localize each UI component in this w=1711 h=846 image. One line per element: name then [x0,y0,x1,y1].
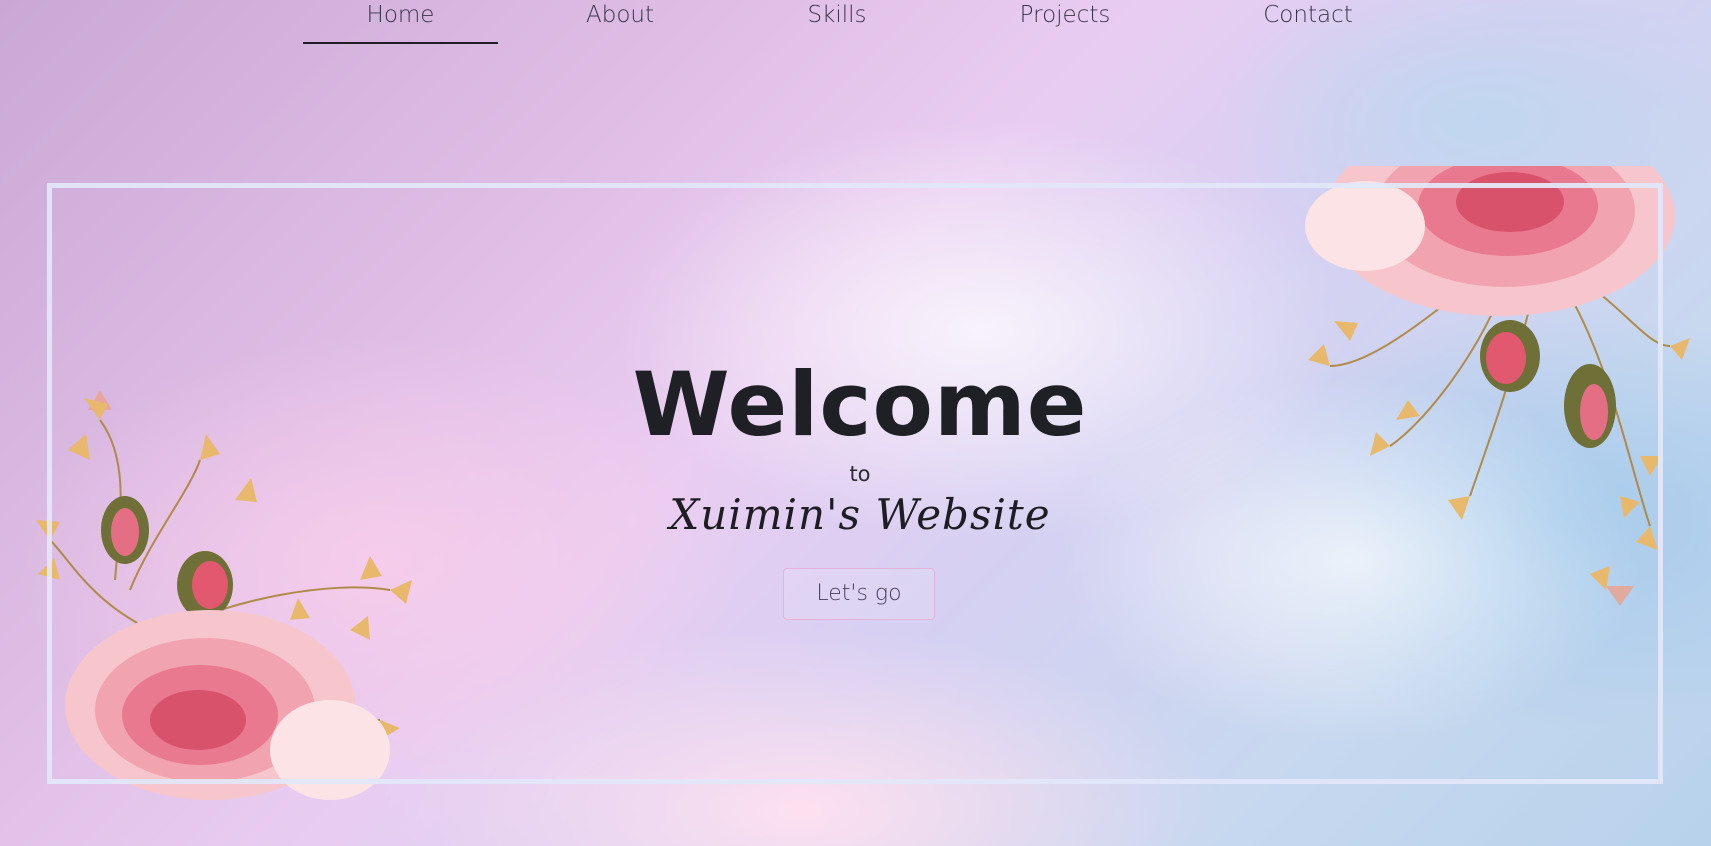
nav-skills[interactable]: Skills [757,0,917,42]
top-navigation: Home About Skills Projects Contact [0,0,1711,46]
nav-projects[interactable]: Projects [985,0,1145,42]
hero-frame [47,183,1663,784]
nav-contact[interactable]: Contact [1228,0,1388,42]
nav-about[interactable]: About [540,0,700,42]
nav-home[interactable]: Home [303,0,498,44]
lets-go-button[interactable]: Let's go [783,568,935,620]
